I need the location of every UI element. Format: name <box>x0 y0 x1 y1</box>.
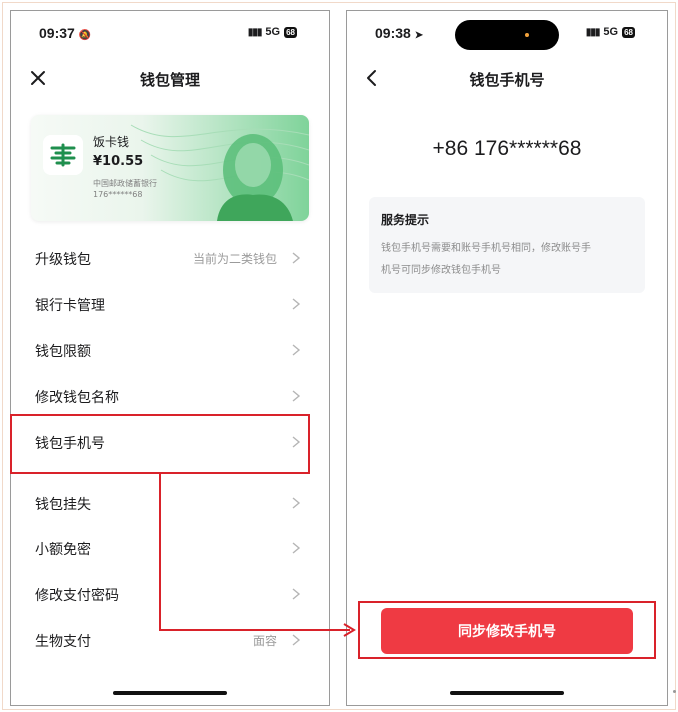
annotation-arrow <box>159 474 356 637</box>
edge-mark <box>673 690 676 693</box>
